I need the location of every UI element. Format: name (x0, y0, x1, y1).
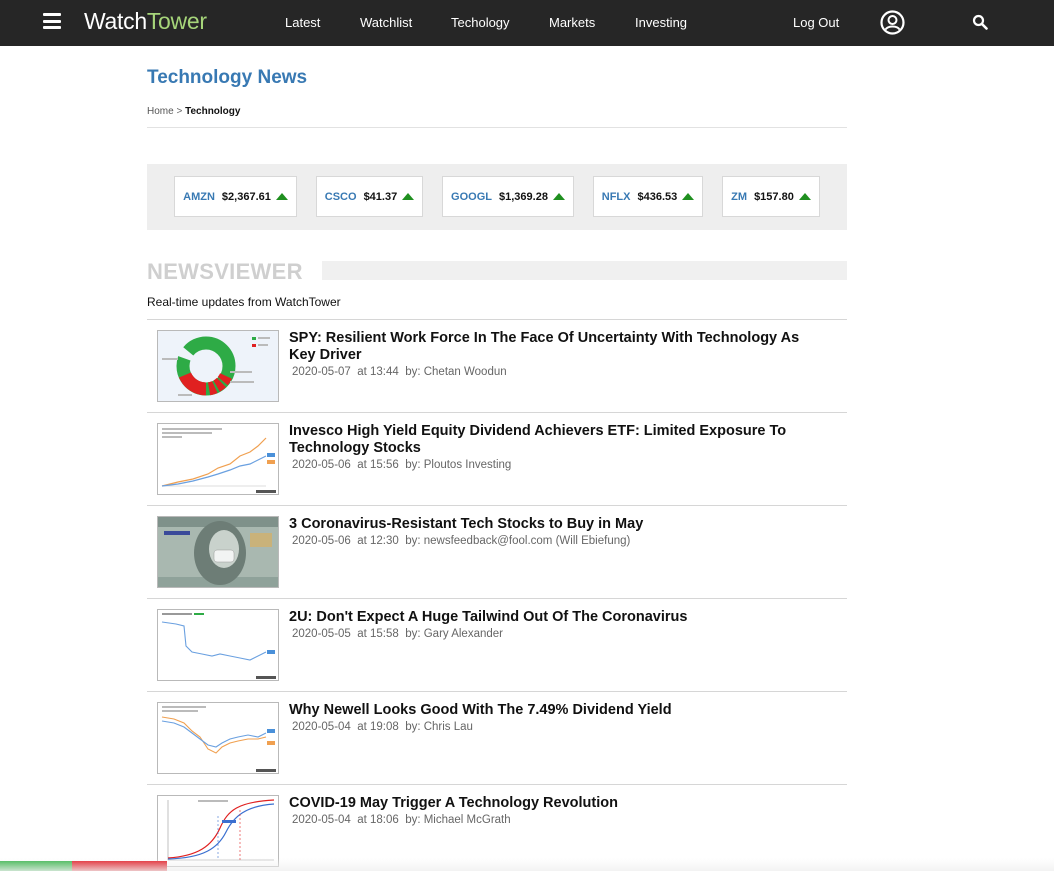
nav-latest[interactable]: Latest (285, 15, 320, 30)
news-headline[interactable]: SPY: Resilient Work Force In The Face Of… (289, 330, 829, 364)
bottom-red-button[interactable] (72, 861, 167, 871)
news-date: 2020-05-04 (292, 814, 351, 826)
up-arrow-icon (798, 193, 811, 200)
news-meta: 2020-05-07 at 13:44 by: Chetan Woodun (292, 366, 507, 378)
news-thumbnail[interactable] (157, 330, 279, 402)
news-date: 2020-05-06 (292, 535, 351, 547)
search-icon[interactable] (972, 14, 988, 30)
divider (147, 127, 847, 128)
news-meta: 2020-05-04 at 19:08 by: Chris Lau (292, 721, 473, 733)
breadcrumb-home[interactable]: Home (147, 106, 174, 117)
news-headline[interactable]: Invesco High Yield Equity Dividend Achie… (289, 423, 829, 457)
nav-investing[interactable]: Investing (635, 15, 687, 30)
ticker-symbol: ZM (731, 190, 748, 203)
logout-link[interactable]: Log Out (793, 15, 839, 30)
news-item[interactable]: Invesco High Yield Equity Dividend Achie… (147, 413, 847, 506)
news-time: at 18:06 (357, 814, 399, 826)
news-author: by: Michael McGrath (405, 814, 511, 826)
ticker-googl[interactable]: GOOGL $1,369.28 (442, 176, 574, 217)
news-item[interactable]: 3 Coronavirus-Resistant Tech Stocks to B… (147, 506, 847, 599)
nav-markets[interactable]: Markets (549, 15, 595, 30)
news-date: 2020-05-05 (292, 628, 351, 640)
ticker-nflx[interactable]: NFLX $436.53 (593, 176, 703, 217)
news-item[interactable]: SPY: Resilient Work Force In The Face Of… (147, 320, 847, 413)
bottom-green-button[interactable] (0, 861, 72, 871)
news-author: by: Ploutos Investing (405, 459, 512, 471)
news-date: 2020-05-04 (292, 721, 351, 733)
news-meta: 2020-05-06 at 15:56 by: Ploutos Investin… (292, 459, 511, 471)
ticker-price: $41.37 (363, 190, 398, 203)
news-time: at 19:08 (357, 721, 399, 733)
news-time: at 15:56 (357, 459, 399, 471)
nav-technology[interactable]: Techology (451, 15, 510, 30)
news-author: by: newsfeedback@fool.com (Will Ebiefung… (405, 535, 631, 547)
news-author: by: Chris Lau (405, 721, 473, 733)
ticker-strip: AMZN $2,367.61 CSCO $41.37 GOOGL $1,369.… (147, 164, 847, 230)
news-headline[interactable]: COVID-19 May Trigger A Technology Revolu… (289, 795, 829, 812)
logo-text-watch: Watch (84, 8, 147, 34)
user-account-icon[interactable] (880, 10, 905, 35)
ticker-price: $157.80 (754, 190, 794, 203)
news-headline[interactable]: 2U: Don't Expect A Huge Tailwind Out Of … (289, 609, 829, 626)
news-meta: 2020-05-05 at 15:58 by: Gary Alexander (292, 628, 503, 640)
news-author: by: Gary Alexander (405, 628, 503, 640)
news-thumbnail[interactable] (157, 423, 279, 495)
ticker-csco[interactable]: CSCO $41.37 (316, 176, 423, 217)
news-meta: 2020-05-06 at 12:30 by: newsfeedback@foo… (292, 535, 630, 547)
nav-watchlist[interactable]: Watchlist (360, 15, 412, 30)
news-headline[interactable]: 3 Coronavirus-Resistant Tech Stocks to B… (289, 516, 829, 533)
ticker-amzn[interactable]: AMZN $2,367.61 (174, 176, 297, 217)
up-arrow-icon (682, 193, 695, 200)
news-time: at 15:58 (357, 628, 399, 640)
ticker-price: $436.53 (637, 190, 678, 203)
ticker-price: $1,369.28 (499, 190, 548, 203)
news-thumbnail[interactable] (157, 795, 279, 867)
ticker-symbol: NFLX (601, 190, 631, 203)
news-meta: 2020-05-04 at 18:06 by: Michael McGrath (292, 814, 511, 826)
site-logo[interactable]: WatchTower (84, 8, 207, 35)
page-title: Technology News (147, 67, 308, 88)
breadcrumb-separator: > (176, 106, 183, 117)
logo-text-tower: Tower (146, 8, 207, 34)
ticker-price: $2,367.61 (221, 190, 271, 203)
news-author: by: Chetan Woodun (405, 366, 507, 378)
breadcrumb-current: Technology (185, 106, 241, 117)
top-nav-bar: WatchTower Latest Watchlist Techology Ma… (0, 0, 1054, 46)
breadcrumb: Home > Technology (147, 106, 240, 117)
news-thumbnail[interactable] (157, 516, 279, 588)
news-date: 2020-05-06 (292, 459, 351, 471)
ticker-symbol: GOOGL (451, 190, 492, 203)
ticker-zm[interactable]: ZM $157.80 (722, 176, 820, 217)
news-time: at 13:44 (357, 366, 399, 378)
up-arrow-icon (275, 193, 288, 200)
news-item[interactable]: Why Newell Looks Good With The 7.49% Div… (147, 692, 847, 785)
ticker-symbol: AMZN (183, 190, 215, 203)
ticker-symbol: CSCO (324, 190, 357, 203)
newsviewer-title: NEWSVIEWER (147, 259, 303, 284)
newsviewer-title-bar (322, 261, 847, 280)
news-item[interactable]: 2U: Don't Expect A Huge Tailwind Out Of … (147, 599, 847, 692)
news-date: 2020-05-07 (292, 366, 351, 378)
up-arrow-icon (402, 193, 415, 200)
up-arrow-icon (552, 193, 565, 200)
news-headline[interactable]: Why Newell Looks Good With The 7.49% Div… (289, 702, 829, 719)
news-item[interactable]: COVID-19 May Trigger A Technology Revolu… (147, 785, 847, 878)
newsviewer-subtitle: Real-time updates from WatchTower (147, 295, 341, 309)
news-time: at 12:30 (357, 535, 399, 547)
news-thumbnail[interactable] (157, 702, 279, 774)
news-thumbnail[interactable] (157, 609, 279, 681)
hamburger-menu-icon[interactable] (43, 13, 61, 29)
